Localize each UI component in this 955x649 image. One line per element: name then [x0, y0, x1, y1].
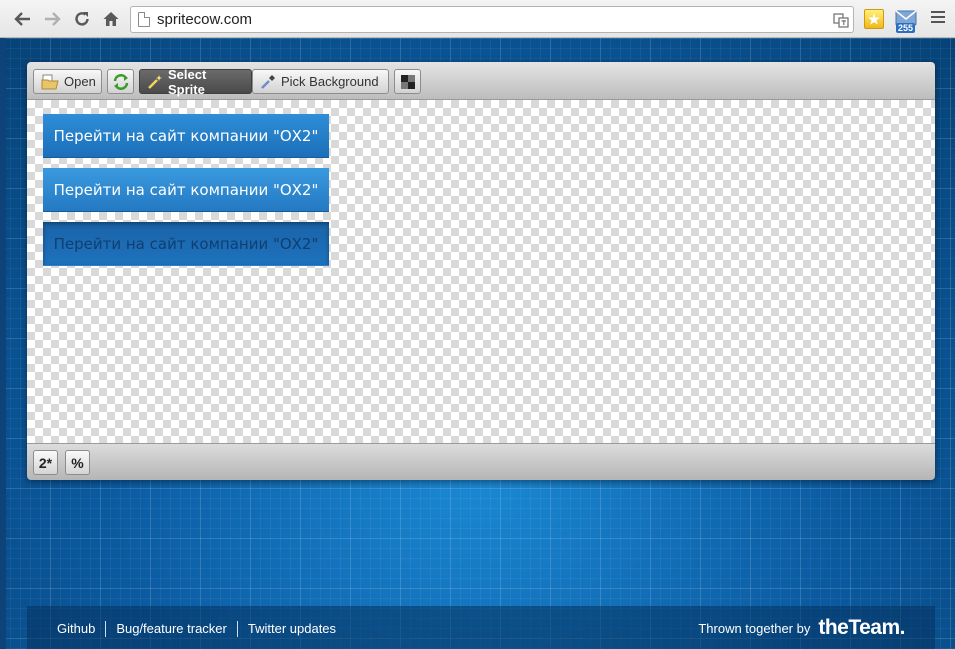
sprite-canvas[interactable]: Перейти на сайт компании "ОХ2" Перейти н… [27, 100, 935, 443]
home-button[interactable] [99, 7, 123, 31]
sprite-button-pressed[interactable]: Перейти на сайт компании "ОХ2" [43, 222, 329, 266]
open-folder-icon [41, 74, 59, 89]
pick-background-label: Pick Background [281, 74, 379, 89]
magic-wand-icon [148, 74, 162, 89]
reload-button[interactable] [70, 7, 94, 31]
pick-background-button[interactable]: Pick Background [252, 69, 389, 94]
extension-star-icon[interactable] [864, 9, 884, 29]
brand-logo[interactable]: theTeam. [818, 616, 905, 640]
browser-menu-icon[interactable] [931, 11, 945, 25]
sprite-button-hover[interactable]: Перейти на сайт компании "ОХ2" [43, 168, 329, 212]
forward-button[interactable] [40, 7, 64, 31]
footer-link-bug-tracker[interactable]: Bug/feature tracker [105, 621, 237, 637]
credit-text: Thrown together by [698, 620, 811, 636]
address-bar[interactable]: spritecow.com [130, 6, 854, 33]
reload-icon [75, 12, 89, 26]
select-sprite-button[interactable]: Select Sprite [139, 66, 252, 97]
percent-toggle-button[interactable]: % [65, 450, 90, 475]
translate-icon[interactable] [833, 12, 849, 28]
sprite-button-normal[interactable]: Перейти на сайт компании "ОХ2" [43, 114, 329, 158]
retina-toggle-button[interactable]: 2* [33, 450, 58, 475]
mail-count-badge: 255 [896, 23, 916, 33]
checker-toggle-icon [400, 74, 415, 89]
footer-credit: Thrown together by theTeam. [698, 616, 905, 640]
eyedropper-icon [261, 74, 275, 89]
footer-links: Github Bug/feature tracker Twitter updat… [47, 621, 346, 637]
arrow-right-icon [45, 12, 61, 26]
page-icon [138, 12, 150, 27]
open-button[interactable]: Open [33, 69, 102, 94]
app-bottom-bar: 2* % [27, 443, 935, 480]
refresh-arrows-icon [113, 73, 128, 90]
toggle-background-button[interactable] [394, 69, 421, 94]
home-icon [103, 12, 119, 26]
back-button[interactable] [11, 7, 35, 31]
mail-checker-button[interactable]: 255 [895, 10, 917, 33]
page-footer: Github Bug/feature tracker Twitter updat… [27, 606, 935, 649]
arrow-left-icon [14, 12, 30, 26]
app-toolbar: Open Select Sprite Pick Background [27, 62, 935, 100]
reload-image-button[interactable] [107, 69, 134, 94]
footer-link-twitter[interactable]: Twitter updates [236, 621, 346, 637]
select-sprite-label: Select Sprite [168, 66, 207, 97]
browser-toolbar: spritecow.com 255 [0, 0, 955, 38]
spritecow-app: Open Select Sprite Pick Background Перей… [27, 62, 935, 480]
page-left-edge [0, 38, 6, 649]
footer-link-github[interactable]: Github [47, 621, 105, 637]
open-button-label: Open [64, 74, 96, 89]
url-text: spritecow.com [157, 11, 253, 28]
star-icon [868, 13, 880, 25]
